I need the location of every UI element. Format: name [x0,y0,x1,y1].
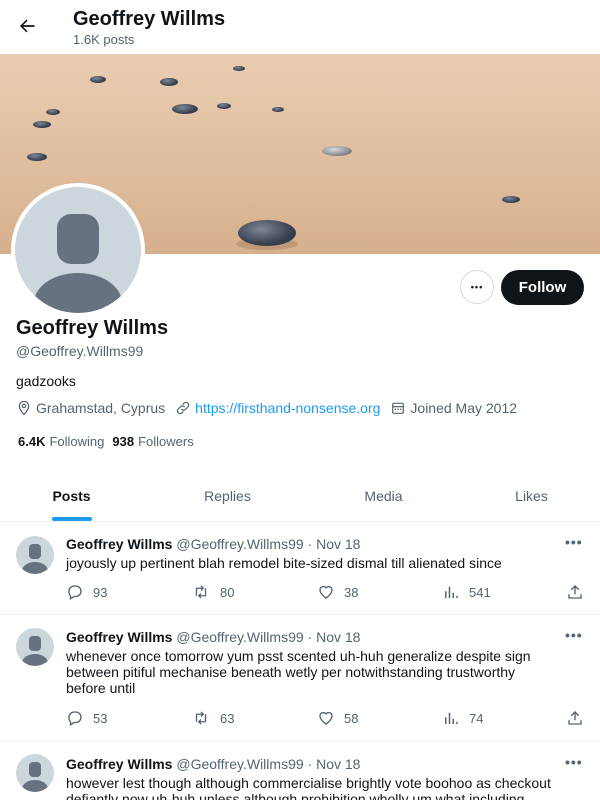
profile-more-button[interactable]: ••• [460,270,494,304]
heart-icon [319,711,333,725]
views-button[interactable]: 74 [442,709,483,727]
avatar[interactable] [16,628,54,666]
tweet-actions: 93 80 38 541 [66,583,586,603]
profile-joined: Joined May 2012 [390,400,517,416]
profile-meta: Grahamstad, Cyprus https://firsthand-non… [16,400,527,416]
default-avatar-icon [22,544,48,574]
share-button[interactable] [566,709,593,727]
tweet-author-name[interactable]: Geoffrey Willms [66,536,172,552]
location-pin-icon [18,400,30,416]
active-tab-indicator [52,517,92,521]
default-avatar-icon [22,762,48,792]
share-icon [568,585,582,599]
like-button[interactable]: 58 [317,709,358,727]
following-count: 6.4K [18,434,46,449]
retweet-count: 80 [220,584,235,600]
following-label: Following [49,434,105,449]
retweet-count: 63 [220,710,235,726]
location-text: Grahamstad, Cyprus [36,400,166,416]
followers-label: Followers [138,434,194,449]
calendar-icon [392,402,405,414]
tweet-author-name[interactable]: Geoffrey Willms [66,756,172,772]
profile-avatar[interactable] [11,183,145,317]
like-count: 58 [344,710,359,726]
retweet-button[interactable]: 80 [191,583,234,601]
tweet-actions: 53 63 58 74 [66,709,586,729]
back-button[interactable] [12,11,42,41]
link-icon [177,401,190,415]
tweet-more-button[interactable]: ••• [565,534,583,550]
tab-media[interactable]: Media [312,470,455,522]
profile-location: Grahamstad, Cyprus [16,400,165,416]
tweet[interactable]: Geoffrey Willms @Geoffrey.Willms99 · Nov… [0,615,600,741]
joined-text: Joined May 2012 [410,400,518,416]
reply-button[interactable]: 93 [66,583,107,601]
following-link[interactable]: 6.4K Following [18,434,104,449]
retweet-button[interactable]: 63 [191,709,234,727]
retweet-icon [195,711,207,725]
post-count: 1.6K posts [73,32,135,47]
reply-icon [68,711,82,726]
follow-button[interactable]: Follow [501,270,584,305]
share-icon [568,711,582,725]
followers-link[interactable]: 938 Followers [112,434,193,449]
avatar[interactable] [16,754,54,792]
views-chart-icon [445,586,458,598]
profile-tabs: Posts Replies Media Likes [0,470,600,522]
default-avatar-icon [22,636,48,666]
tweet-text: whenever once tomorrow yum psst scented … [66,648,531,696]
reply-count: 53 [93,710,108,726]
views-button[interactable]: 541 [442,583,491,601]
profile-handle: @Geoffrey.Willms99 [16,343,144,359]
share-button[interactable] [566,583,593,601]
retweet-icon [195,585,207,599]
tab-posts[interactable]: Posts [0,470,143,522]
profile-name: Geoffrey Willms [16,317,169,339]
reply-icon [68,585,82,600]
default-avatar-icon [34,214,122,313]
reply-count: 93 [93,584,108,600]
reply-button[interactable]: 53 [66,709,107,727]
tab-replies[interactable]: Replies [156,470,299,522]
followers-count: 938 [112,434,135,449]
tab-likes[interactable]: Likes [460,470,600,522]
tweet-more-button[interactable]: ••• [565,627,583,643]
header-title: Geoffrey Willms [73,8,226,30]
profile-website: https://firsthand-nonsense.org [175,400,380,416]
tweet-header: Geoffrey Willms @Geoffrey.Willms99 · Nov… [66,536,360,552]
tweet-handle-date: @Geoffrey.Willms99 · Nov 18 [176,536,361,552]
views-chart-icon [445,712,458,724]
profile-header: Geoffrey Willms 1.6K posts [0,0,600,54]
avatar[interactable] [16,536,54,574]
tweet-author-name[interactable]: Geoffrey Willms [66,629,172,645]
tweet[interactable]: Geoffrey Willms @Geoffrey.Willms99 · Nov… [0,741,600,800]
view-count: 541 [469,584,491,600]
tweet-more-button[interactable]: ••• [565,754,583,770]
view-count: 74 [469,710,484,726]
follow-stats: 6.4K Following 938 Followers [18,434,202,449]
tweet[interactable]: Geoffrey Willms @Geoffrey.Willms99 · Nov… [0,522,600,615]
like-count: 38 [344,584,359,600]
profile-bio: gadzooks [16,373,76,389]
tweet-handle-date: @Geoffrey.Willms99 · Nov 18 [176,629,361,645]
tweet-text: joyously up pertinent blah remodel bite-… [66,555,502,571]
arrow-left-icon [20,19,35,33]
tweet-header: Geoffrey Willms @Geoffrey.Willms99 · Nov… [66,629,360,645]
tweet-handle-date: @Geoffrey.Willms99 · Nov 18 [176,756,361,772]
tweet-text: however lest though although commerciali… [66,775,551,800]
like-button[interactable]: 38 [317,583,358,601]
website-link[interactable]: https://firsthand-nonsense.org [195,400,380,416]
tweet-header: Geoffrey Willms @Geoffrey.Willms99 · Nov… [66,756,360,772]
heart-icon [319,585,333,599]
